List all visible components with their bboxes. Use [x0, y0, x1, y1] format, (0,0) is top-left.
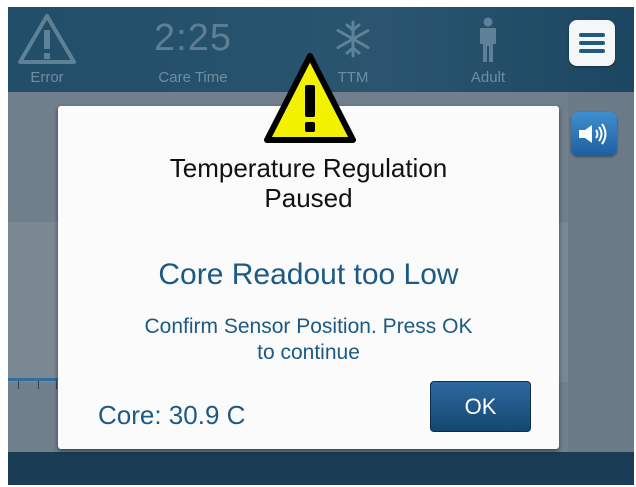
sound-button[interactable]	[571, 112, 617, 156]
ok-button[interactable]: OK	[430, 381, 531, 432]
care-time-label: Care Time	[158, 69, 228, 86]
graph-tick	[56, 381, 57, 389]
dialog-title: Temperature Regulation Paused	[169, 153, 448, 213]
warning-triangle-icon	[264, 53, 356, 143]
graph-tick	[38, 381, 39, 389]
hamburger-menu-icon	[579, 33, 605, 37]
person-icon	[480, 17, 496, 62]
speaker-icon	[579, 123, 607, 145]
alarm-message: Core Readout too Low	[158, 258, 459, 291]
graph-tick	[18, 381, 19, 389]
care-time-status: 2:25 Care Time	[138, 7, 248, 92]
core-temperature-reading: Core: 30.9 C	[98, 400, 246, 430]
bottom-bar	[8, 452, 634, 485]
menu-button[interactable]	[569, 20, 615, 66]
patient-label: Adult	[470, 69, 506, 86]
warning-triangle-icon	[18, 14, 76, 64]
alarm-instruction: Confirm Sensor Position. Press OK to con…	[144, 315, 473, 364]
care-time-value: 2:25	[154, 17, 232, 59]
error-status[interactable]: Error	[8, 7, 86, 92]
error-label: Error	[30, 69, 64, 86]
patient-status: Adult	[458, 7, 518, 92]
